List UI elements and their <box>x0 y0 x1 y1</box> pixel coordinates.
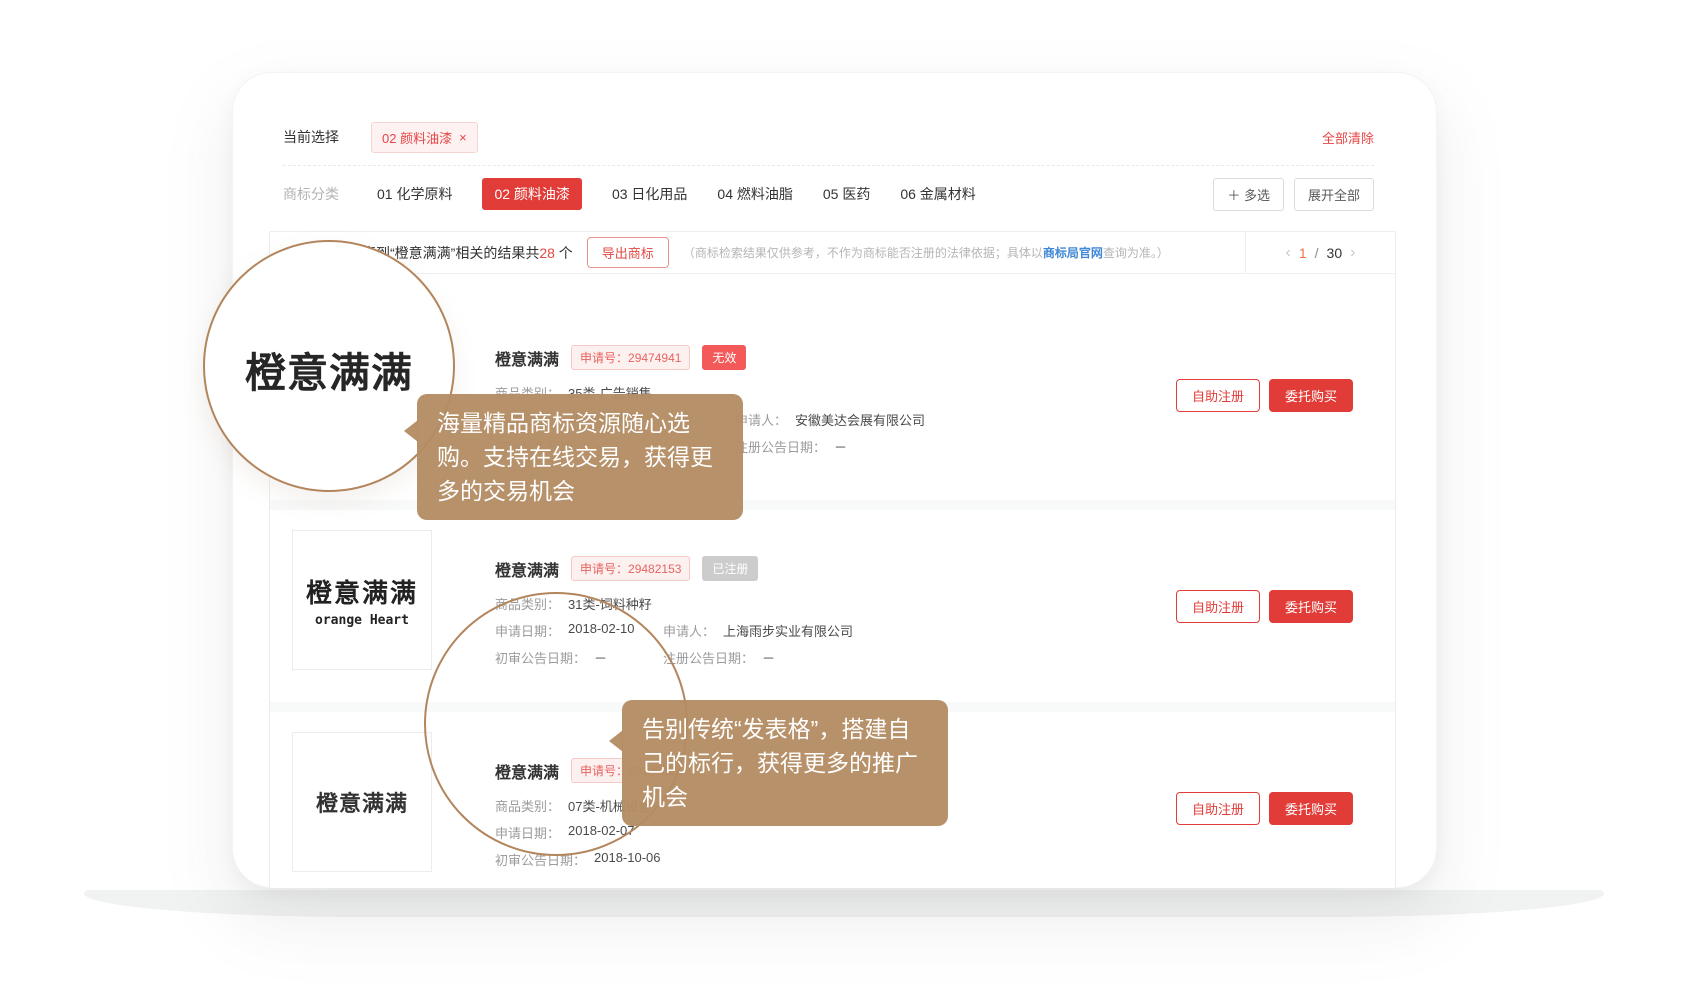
results-header: 当前分类检索到“橙意满满”相关的结果共28 个 导出商标 （商标检索结果仅供参考… <box>270 232 1395 274</box>
trademark-image-text: 橙意满满 <box>306 573 418 610</box>
chevron-right-icon[interactable]: › <box>1350 244 1355 262</box>
current-selection-label: 当前选择 <box>283 127 339 147</box>
results-count: 28 <box>539 245 555 261</box>
category-item-04[interactable]: 04 燃料油脂 <box>717 184 792 204</box>
entrust-purchase-button[interactable]: 委托购买 <box>1269 792 1353 825</box>
chevron-left-icon[interactable]: ‹ <box>1286 244 1291 262</box>
selected-category-tag-text: 02 颜料油漆 <box>382 128 452 147</box>
application-number-label: 申请号： <box>580 351 628 365</box>
category-item-02-active[interactable]: 02 颜料油漆 <box>482 178 581 210</box>
field-value: 安徽美达会展有限公司 <box>795 410 925 429</box>
category-item-01[interactable]: 01 化学原料 <box>377 184 452 204</box>
pagination-total: 30 <box>1327 245 1343 261</box>
trademark-image: 橙意满满 <box>292 732 432 872</box>
application-number-value: 29474941 <box>628 351 681 365</box>
entrust-purchase-button[interactable]: 委托购买 <box>1269 590 1353 623</box>
tooltip-arrow-icon <box>609 730 623 752</box>
application-number-value: 29482153 <box>628 562 681 576</box>
current-selection-bar: 当前选择 02 颜料油漆 × 全部清除 <box>283 121 1374 153</box>
tooltip-text: 告别传统“发表格”，搭建自己的标行，获得更多的推广机会 <box>642 716 918 810</box>
field-value: 上海雨步实业有限公司 <box>723 621 853 640</box>
trademark-office-link[interactable]: 商标局官网 <box>1043 246 1103 260</box>
field-label: 申请人： <box>663 621 715 640</box>
category-item-05[interactable]: 05 医药 <box>823 184 870 204</box>
trademark-name[interactable]: 橙意满满 <box>495 557 559 581</box>
multi-select-button[interactable]: ＋ 多选 <box>1213 178 1284 211</box>
field-value: 2018-10-06 <box>594 850 661 869</box>
tooltip-promotion: 告别传统“发表格”，搭建自己的标行，获得更多的推广机会 <box>622 700 948 826</box>
results-count-suffix: 个 <box>555 245 573 261</box>
disclaimer-prefix: （商标检索结果仅供参考，不作为商标能否注册的法律依据；具体以 <box>683 246 1043 260</box>
category-item-06[interactable]: 06 金属材料 <box>900 184 975 204</box>
expand-all-button[interactable]: 展开全部 <box>1294 178 1374 211</box>
row-actions: 自助注册 委托购买 <box>1176 590 1353 623</box>
disclaimer-suffix: 查询为准。） <box>1103 246 1169 260</box>
field-label: 注册公告日期： <box>735 437 826 456</box>
divider <box>283 165 1374 166</box>
application-number-label: 申请号： <box>580 562 628 576</box>
tooltip-arrow-icon <box>404 420 418 442</box>
row-title-line: 橙意满满 申请号：29482153 已注册 <box>495 556 758 581</box>
trademark-name[interactable]: 橙意满满 <box>495 346 559 370</box>
trademark-image-subtext: orange Heart <box>315 613 409 628</box>
pagination-current: 1 <box>1299 245 1307 261</box>
status-badge: 已注册 <box>702 556 758 581</box>
pagination: ‹ 1 / 30 › <box>1245 232 1395 274</box>
entrust-purchase-button[interactable]: 委托购买 <box>1269 379 1353 412</box>
application-number-tag: 申请号：29474941 <box>571 345 690 370</box>
clear-all-link[interactable]: 全部清除 <box>1322 128 1374 147</box>
page: 当前选择 02 颜料油漆 × 全部清除 商标分类 01 化学原料 02 颜料油漆… <box>0 0 1696 1002</box>
trademark-image: 橙意满满 orange Heart <box>292 530 432 670</box>
tooltip-marketplace: 海量精品商标资源随心选购。支持在线交易，获得更多的交易机会 <box>417 394 743 520</box>
magnified-trademark-text: 橙意满满 <box>245 339 413 399</box>
row-title-line: 橙意满满 申请号：29474941 无效 <box>495 345 746 370</box>
selected-category-tag[interactable]: 02 颜料油漆 × <box>371 122 478 153</box>
category-item-03[interactable]: 03 日化用品 <box>612 184 687 204</box>
row-actions: 自助注册 委托购买 <box>1176 792 1353 825</box>
background-swoosh <box>84 890 1604 917</box>
field-value: － <box>762 648 775 667</box>
category-list: 01 化学原料 02 颜料油漆 03 日化用品 04 燃料油脂 05 医药 06… <box>377 178 976 210</box>
results-disclaimer: （商标检索结果仅供参考，不作为商标能否注册的法律依据；具体以商标局官网查询为准。… <box>683 244 1169 261</box>
status-badge: 无效 <box>702 345 746 370</box>
field-value: － <box>834 437 847 456</box>
self-register-button[interactable]: 自助注册 <box>1176 792 1260 825</box>
export-trademark-button[interactable]: 导出商标 <box>587 237 669 268</box>
trademark-image-text: 橙意满满 <box>316 786 408 818</box>
category-bar: 商标分类 01 化学原料 02 颜料油漆 03 日化用品 04 燃料油脂 05 … <box>283 177 1374 211</box>
tooltip-text: 海量精品商标资源随心选购。支持在线交易，获得更多的交易机会 <box>437 410 713 504</box>
pagination-separator: / <box>1315 245 1319 261</box>
close-icon[interactable]: × <box>459 130 467 145</box>
row-actions: 自助注册 委托购买 <box>1176 379 1353 412</box>
self-register-button[interactable]: 自助注册 <box>1176 590 1260 623</box>
application-number-tag: 申请号：29482153 <box>571 556 690 581</box>
field-label: 注册公告日期： <box>663 648 754 667</box>
category-bar-label: 商标分类 <box>283 184 339 204</box>
self-register-button[interactable]: 自助注册 <box>1176 379 1260 412</box>
category-actions: ＋ 多选 展开全部 <box>1213 178 1374 211</box>
